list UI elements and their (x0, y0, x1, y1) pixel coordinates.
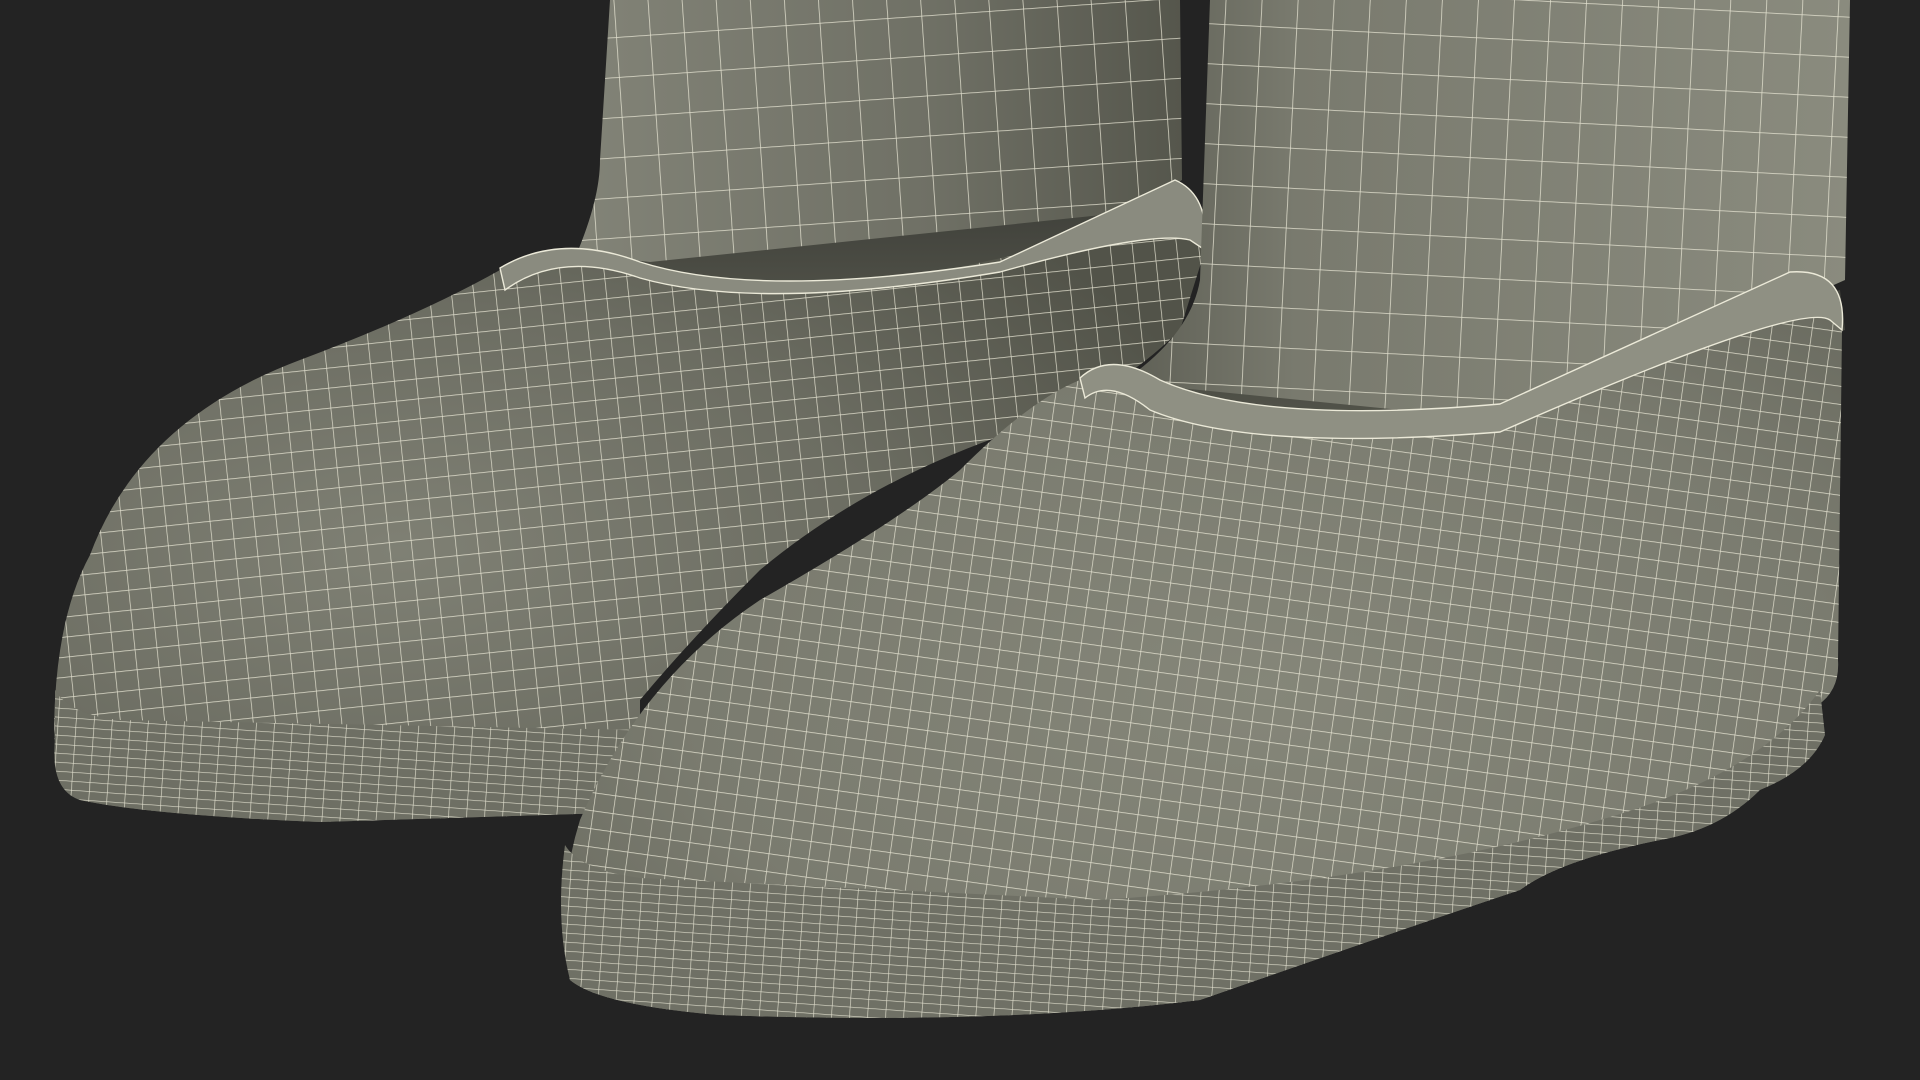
wireframe-render (54, 0, 1850, 1018)
render-viewport (0, 0, 1920, 1080)
